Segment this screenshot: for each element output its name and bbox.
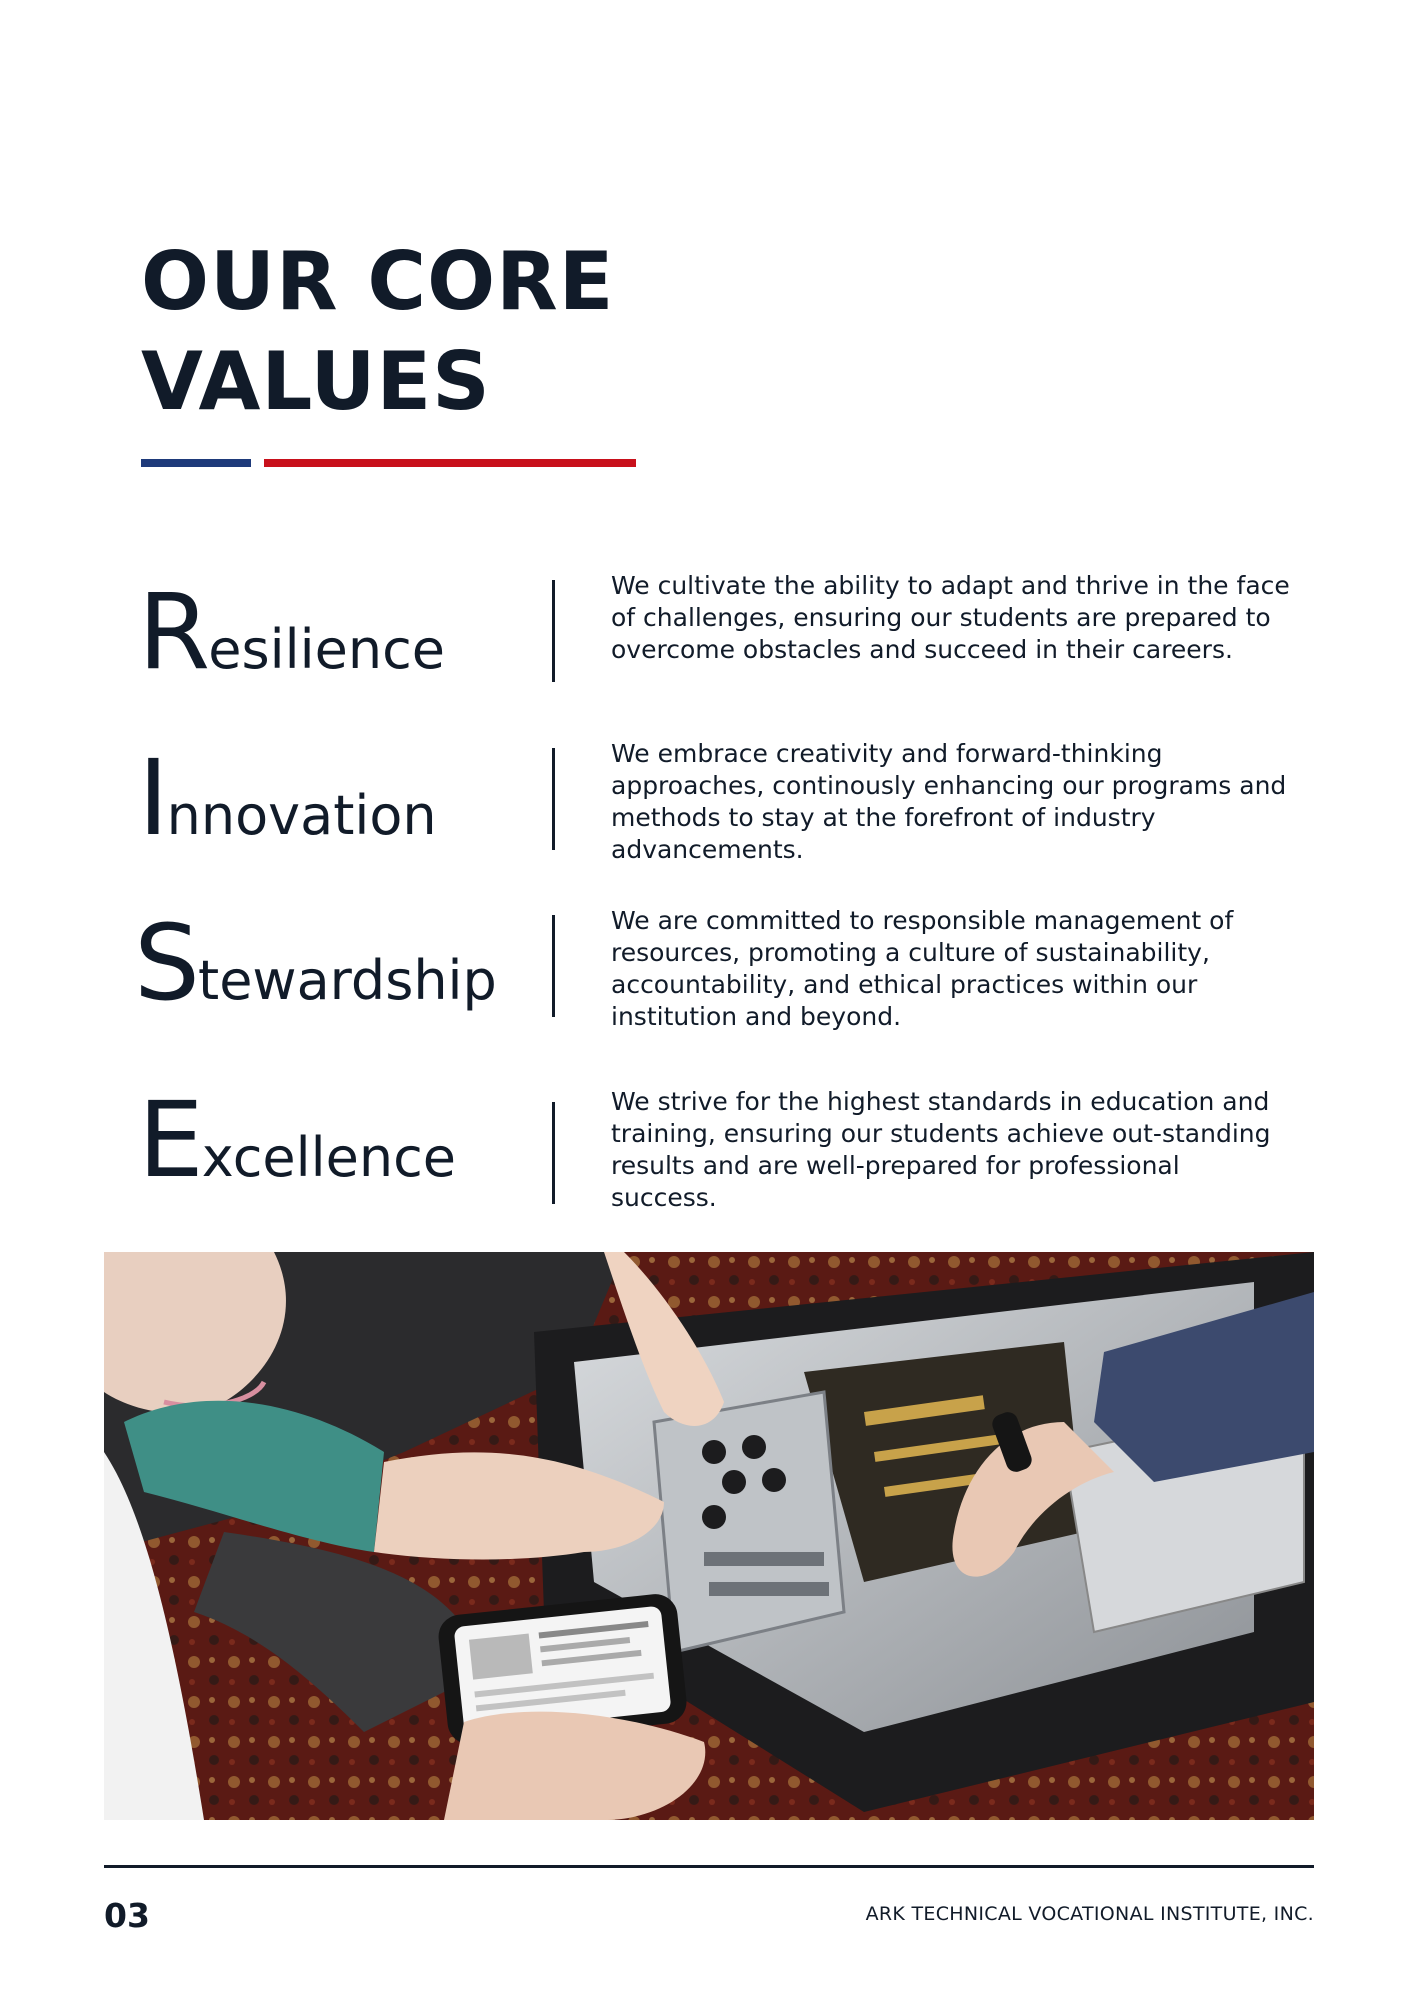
organization-name: ARK TECHNICAL VOCATIONAL INSTITUTE, INC. xyxy=(865,1903,1314,1925)
title-underline-blue xyxy=(141,459,251,467)
value-title-resilience: Resilience xyxy=(138,580,445,684)
value-word-rest: xcellence xyxy=(201,1126,457,1189)
value-divider xyxy=(552,580,555,682)
title-underline-red xyxy=(264,459,636,467)
page-title-line-1: OUR CORE xyxy=(141,235,615,328)
page-title: OUR CORE VALUES xyxy=(141,232,614,432)
value-title-innovation: Innovation xyxy=(138,746,437,850)
value-divider xyxy=(552,1102,555,1204)
page-number: 03 xyxy=(104,1896,150,1935)
page-title-line-2: VALUES xyxy=(141,335,491,428)
students-computer-photo xyxy=(104,1252,1314,1820)
value-initial: E xyxy=(138,1079,204,1201)
value-description: We are committed to responsible manageme… xyxy=(611,906,1234,1031)
value-initial: I xyxy=(138,737,169,859)
value-title-excellence: Excellence xyxy=(138,1088,456,1192)
value-initial: S xyxy=(134,902,200,1024)
value-word-rest: tewardship xyxy=(198,949,497,1012)
value-divider xyxy=(552,748,555,850)
footer-divider xyxy=(104,1865,1314,1868)
value-divider xyxy=(552,915,555,1017)
value-description: We embrace creativity and forward-thinki… xyxy=(611,739,1287,864)
value-description: We cultivate the ability to adapt and th… xyxy=(611,571,1290,664)
value-word-rest: esilience xyxy=(208,618,445,681)
value-title-stewardship: Stewardship xyxy=(134,911,497,1015)
value-word-rest: nnovation xyxy=(166,784,437,847)
value-description: We strive for the highest standards in e… xyxy=(611,1087,1271,1212)
value-initial: R xyxy=(138,571,210,693)
